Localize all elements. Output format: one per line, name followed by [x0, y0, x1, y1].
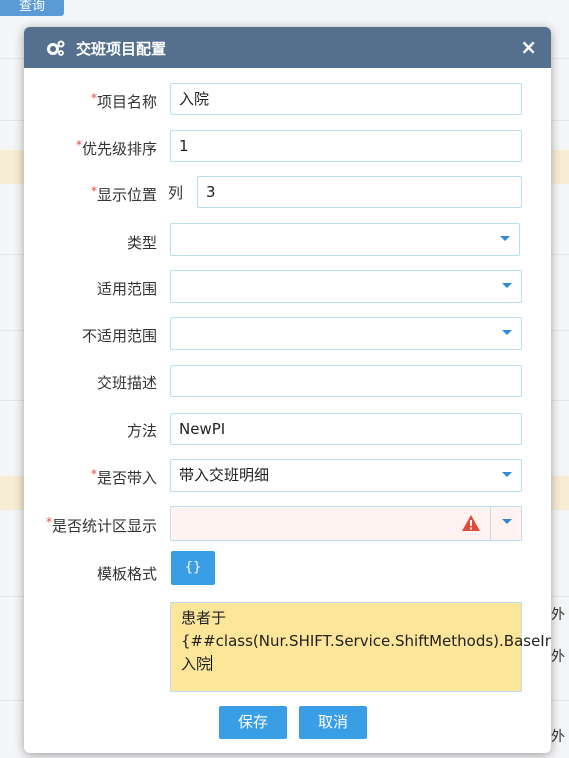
- method-input[interactable]: NewPI: [170, 413, 522, 445]
- save-button[interactable]: 保存: [219, 706, 287, 739]
- exclude-scope-select[interactable]: [170, 317, 522, 350]
- dialog-title: 交班项目配置: [76, 40, 167, 58]
- label-position: *显示位置: [90, 184, 157, 204]
- label-scope: 适用范围: [96, 280, 157, 298]
- table-cell: 外: [551, 607, 565, 623]
- config-dialog: 交班项目配置 × *项目名称 入院 *优先级排序 1 *显示位置 列 3 类型 …: [24, 27, 551, 753]
- chevron-down-icon: [502, 283, 512, 288]
- column-prefix: 列: [168, 184, 184, 202]
- template-braces-button[interactable]: {}: [171, 551, 215, 585]
- label-priority: *优先级排序: [75, 138, 157, 158]
- description-input[interactable]: [170, 365, 522, 397]
- label-bring-in: *是否带入: [90, 467, 157, 487]
- label-description: 交班描述: [96, 374, 157, 392]
- chevron-down-icon: [502, 472, 512, 477]
- chevron-down-icon: [502, 330, 512, 335]
- label-method: 方法: [126, 422, 157, 440]
- stat-display-select[interactable]: [170, 506, 522, 541]
- table-cell: 外: [551, 649, 565, 665]
- template-textarea[interactable]: 患者于{##class(Nur.SHIFT.Service.ShiftMetho…: [170, 602, 551, 692]
- position-input[interactable]: 3: [197, 176, 522, 208]
- cancel-button[interactable]: 取消: [299, 706, 367, 739]
- label-template: 模板格式: [96, 565, 157, 583]
- text-cursor: [211, 655, 213, 671]
- label-type: 类型: [126, 234, 157, 252]
- gears-icon: [47, 40, 65, 56]
- chevron-down-icon: [502, 519, 512, 524]
- label-name: *项目名称: [90, 91, 157, 111]
- warning-icon: [462, 515, 480, 531]
- table-cell: 外: [551, 729, 565, 745]
- name-input[interactable]: 入院: [170, 83, 522, 115]
- scope-select[interactable]: [170, 270, 522, 303]
- priority-input[interactable]: 1: [170, 130, 522, 162]
- label-stat-display: *是否统计区显示: [45, 515, 157, 535]
- close-icon[interactable]: ×: [520, 35, 537, 59]
- query-button[interactable]: 查询: [0, 0, 64, 16]
- chevron-down-icon: [500, 236, 510, 241]
- type-select[interactable]: [170, 223, 520, 256]
- bring-in-select[interactable]: 带入交班明细: [170, 459, 522, 492]
- dialog-header: 交班项目配置 ×: [24, 27, 551, 68]
- label-exclude-scope: 不适用范围: [81, 327, 157, 345]
